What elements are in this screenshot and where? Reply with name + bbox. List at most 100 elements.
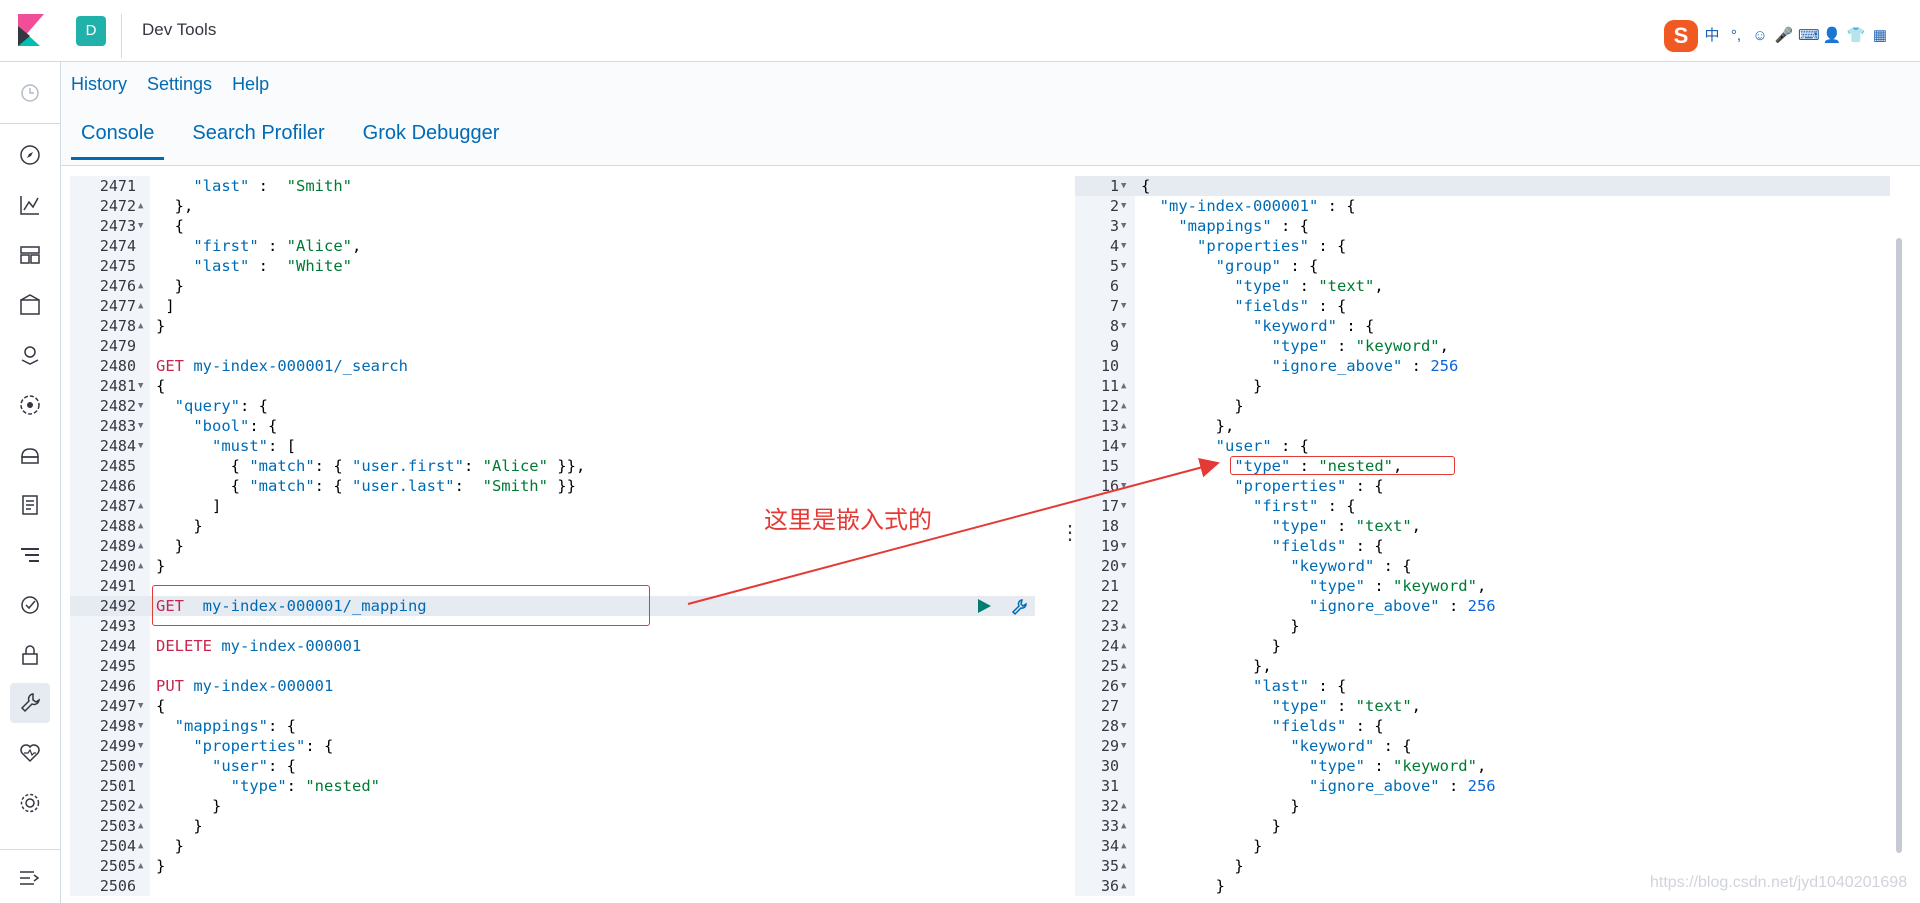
fold-close-icon[interactable]: ▲ (1121, 656, 1126, 676)
fold-open-icon[interactable]: ▼ (1121, 476, 1126, 496)
response-code-line[interactable]: 3 ▼ "mappings" : { (1075, 216, 1895, 236)
management-gear-icon[interactable] (17, 790, 43, 816)
response-code-line[interactable]: 15 "type" : "nested", (1075, 456, 1895, 476)
ime-tool-icon[interactable]: 👕 (1846, 26, 1866, 46)
request-code-line[interactable]: 2505 ▲} (70, 856, 1055, 876)
response-code-line[interactable]: 2 ▼ "my-index-000001" : { (1075, 196, 1895, 216)
request-code-line[interactable]: 2500 ▼ "user": { (70, 756, 1055, 776)
fold-open-icon[interactable]: ▼ (1121, 676, 1126, 696)
fold-close-icon[interactable]: ▲ (1121, 876, 1126, 896)
response-code-line[interactable]: 28 ▼ "fields" : { (1075, 716, 1895, 736)
logs-icon[interactable] (17, 492, 43, 518)
response-code-line[interactable]: 1 ▼ { (1075, 176, 1895, 196)
fold-close-icon[interactable]: ▲ (138, 316, 143, 336)
fold-close-icon[interactable]: ▲ (1121, 636, 1126, 656)
response-code-line[interactable]: 21 "type" : "keyword", (1075, 576, 1895, 596)
fold-close-icon[interactable]: ▲ (138, 536, 143, 556)
fold-close-icon[interactable]: ▲ (1121, 796, 1126, 816)
ime-tool-icon[interactable]: 👤 (1822, 26, 1842, 46)
fold-close-icon[interactable]: ▲ (138, 556, 143, 576)
send-request-play-icon[interactable] (976, 598, 992, 614)
request-code-line[interactable]: 2482 ▼ "query": { (70, 396, 1055, 416)
fold-open-icon[interactable]: ▼ (1121, 216, 1126, 236)
response-code-line[interactable]: 33 ▲ } (1075, 816, 1895, 836)
request-code-line[interactable]: 2484 ▼ "must": [ (70, 436, 1055, 456)
response-viewer[interactable]: 1 ▼{2 ▼ "my-index-000001" : {3 ▼ "mappings"… (1075, 176, 1895, 896)
response-code-line[interactable]: 5 ▼ "group" : { (1075, 256, 1895, 276)
space-avatar[interactable]: D (76, 16, 106, 46)
ml-icon[interactable] (17, 392, 43, 418)
fold-close-icon[interactable]: ▲ (1121, 616, 1126, 636)
request-code-line[interactable]: 2503 ▲ } (70, 816, 1055, 836)
request-code-line[interactable]: 2495 (70, 656, 1055, 676)
recent-clock-icon[interactable] (17, 80, 43, 106)
response-code-line[interactable]: 12 ▲ } (1075, 396, 1895, 416)
response-code-line[interactable]: 18 "type" : "text", (1075, 516, 1895, 536)
fold-open-icon[interactable]: ▼ (1121, 536, 1126, 556)
response-scrollbar[interactable] (1896, 238, 1902, 853)
help-link[interactable]: Help (232, 74, 269, 95)
apm-icon[interactable] (17, 542, 43, 568)
request-code-line[interactable]: 2486 { "match": { "user.last": "Smith" }… (70, 476, 1055, 496)
request-code-line[interactable]: 2502 ▲ } (70, 796, 1055, 816)
ime-tool-icon[interactable]: ☺ (1750, 26, 1770, 46)
response-code-line[interactable]: 25 ▲ }, (1075, 656, 1895, 676)
monitoring-heart-icon[interactable] (17, 740, 43, 766)
response-code-line[interactable]: 17 ▼ "first" : { (1075, 496, 1895, 516)
fold-open-icon[interactable]: ▼ (1121, 736, 1126, 756)
tab-console[interactable]: Console (71, 122, 165, 160)
collapse-nav-icon[interactable] (18, 868, 42, 888)
fold-close-icon[interactable]: ▲ (138, 856, 143, 876)
request-code-line[interactable]: 2494 DELETE my-index-000001 (70, 636, 1055, 656)
fold-open-icon[interactable]: ▼ (1121, 716, 1126, 736)
request-code-line[interactable]: 2475 "last" : "White" (70, 256, 1055, 276)
response-code-line[interactable]: 16 ▼ "properties" : { (1075, 476, 1895, 496)
request-code-line[interactable]: 2479 (70, 336, 1055, 356)
response-code-line[interactable]: 9 "type" : "keyword", (1075, 336, 1895, 356)
request-code-line[interactable]: 2477 ▲ ] (70, 296, 1055, 316)
fold-open-icon[interactable]: ▼ (138, 736, 143, 756)
fold-close-icon[interactable]: ▲ (1121, 376, 1126, 396)
fold-open-icon[interactable]: ▼ (1121, 256, 1126, 276)
request-code-line[interactable]: 2504 ▲ } (70, 836, 1055, 856)
request-code-line[interactable]: 2481 ▼ { (70, 376, 1055, 396)
request-editor[interactable]: 2471 "last" : "Smith" 2472 ▲ }, 2473 ▼ {2474… (70, 176, 1055, 896)
response-code-line[interactable]: 11 ▲ } (1075, 376, 1895, 396)
maps-icon[interactable] (17, 342, 43, 368)
request-code-line[interactable]: 2472 ▲ }, (70, 196, 1055, 216)
history-link[interactable]: History (71, 74, 127, 95)
request-code-line[interactable]: 2476 ▲ } (70, 276, 1055, 296)
request-code-line[interactable]: 2471 "last" : "Smith" (70, 176, 1055, 196)
fold-open-icon[interactable]: ▼ (138, 756, 143, 776)
tab-search-profiler[interactable]: Search Profiler (182, 122, 334, 160)
wrench-settings-icon[interactable] (1010, 598, 1028, 616)
fold-open-icon[interactable]: ▼ (1121, 176, 1126, 196)
fold-close-icon[interactable]: ▲ (138, 276, 143, 296)
dev-tools-wrench-icon[interactable] (17, 690, 43, 716)
request-code-line[interactable]: 2498 ▼ "mappings": { (70, 716, 1055, 736)
fold-close-icon[interactable]: ▲ (1121, 416, 1126, 436)
response-code-line[interactable]: 22 "ignore_above" : 256 (1075, 596, 1895, 616)
response-code-line[interactable]: 34 ▲ } (1075, 836, 1895, 856)
fold-close-icon[interactable]: ▲ (1121, 816, 1126, 836)
fold-open-icon[interactable]: ▼ (138, 376, 143, 396)
fold-close-icon[interactable]: ▲ (138, 516, 143, 536)
request-code-line[interactable]: 2480 GET my-index-000001/_search (70, 356, 1055, 376)
request-code-line[interactable]: 2473 ▼ { (70, 216, 1055, 236)
response-code-line[interactable]: 10 "ignore_above" : 256 (1075, 356, 1895, 376)
response-code-line[interactable]: 6 "type" : "text", (1075, 276, 1895, 296)
tab-grok-debugger[interactable]: Grok Debugger (353, 122, 510, 160)
response-code-line[interactable]: 13 ▲ }, (1075, 416, 1895, 436)
sogou-ime-icon[interactable]: S (1664, 20, 1698, 52)
response-code-line[interactable]: 20 ▼ "keyword" : { (1075, 556, 1895, 576)
settings-link[interactable]: Settings (147, 74, 212, 95)
fold-open-icon[interactable]: ▼ (1121, 316, 1126, 336)
fold-close-icon[interactable]: ▲ (138, 796, 143, 816)
dashboard-icon[interactable] (17, 242, 43, 268)
canvas-icon[interactable] (17, 292, 43, 318)
fold-open-icon[interactable]: ▼ (1121, 236, 1126, 256)
fold-close-icon[interactable]: ▲ (138, 196, 143, 216)
siem-lock-icon[interactable] (17, 642, 43, 668)
fold-close-icon[interactable]: ▲ (138, 816, 143, 836)
request-code-line[interactable]: 2489 ▲ } (70, 536, 1055, 556)
